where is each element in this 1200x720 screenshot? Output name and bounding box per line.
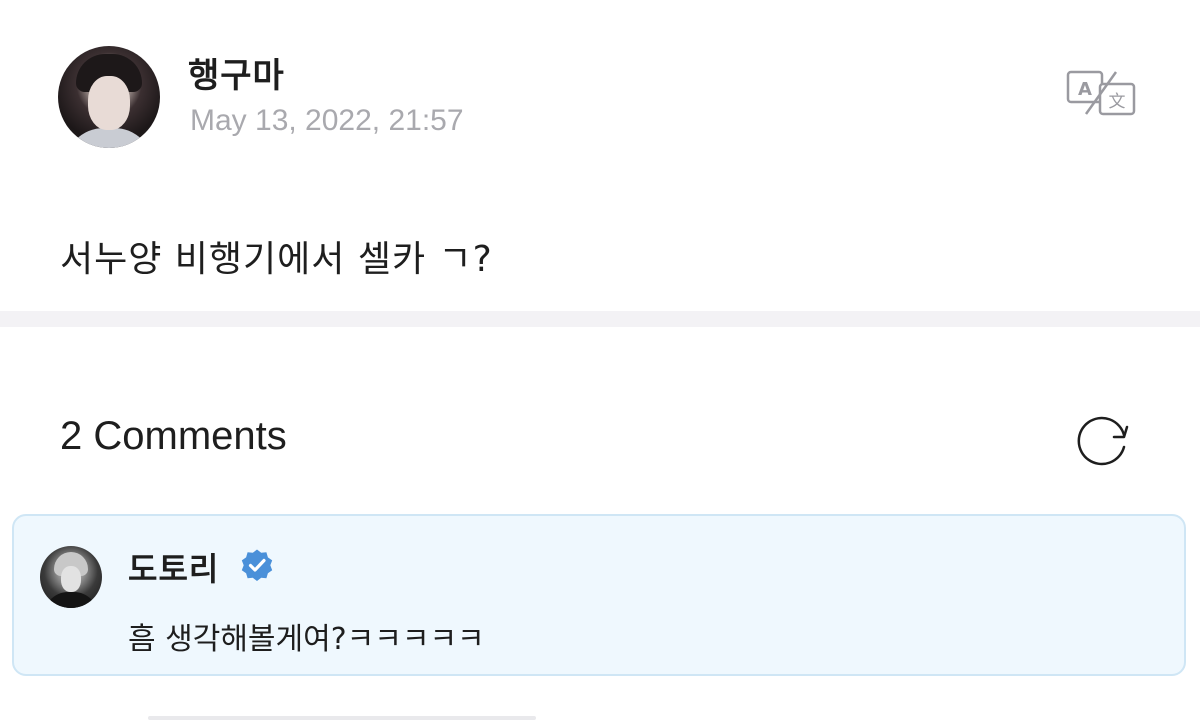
translate-button[interactable]: A 文 xyxy=(1064,68,1138,118)
refresh-comments-button[interactable] xyxy=(1072,413,1132,469)
post-author-name[interactable]: 행구마 xyxy=(188,48,285,97)
avatar-face xyxy=(88,76,130,130)
comment-text: 흠 생각해볼게여?ㅋㅋㅋㅋㅋ xyxy=(128,622,485,657)
next-comment-placeholder xyxy=(148,716,536,720)
svg-text:文: 文 xyxy=(1109,92,1126,112)
post-timestamp: May 13, 2022, 21:57 xyxy=(190,104,464,137)
post-header: 행구마 May 13, 2022, 21:57 A 文 xyxy=(0,0,1200,180)
refresh-icon xyxy=(1077,416,1129,466)
avatar-body xyxy=(44,592,98,608)
post-text: 서누양 비행기에서 셀카 ㄱ? xyxy=(60,239,493,280)
author-avatar[interactable] xyxy=(58,46,160,148)
comments-count-title: 2 Comments xyxy=(60,414,287,458)
comment-card: 도토리 흠 생각해볼게여?ㅋㅋㅋㅋㅋ xyxy=(12,514,1186,676)
section-divider xyxy=(0,311,1200,327)
avatar-face xyxy=(61,566,81,592)
verified-badge-icon xyxy=(241,549,273,581)
avatar-shoulder xyxy=(64,128,154,148)
commenter-name[interactable]: 도토리 xyxy=(128,544,219,590)
translate-icon: A 文 xyxy=(1066,70,1136,116)
commenter-avatar[interactable] xyxy=(40,546,102,608)
svg-text:A: A xyxy=(1078,79,1092,100)
